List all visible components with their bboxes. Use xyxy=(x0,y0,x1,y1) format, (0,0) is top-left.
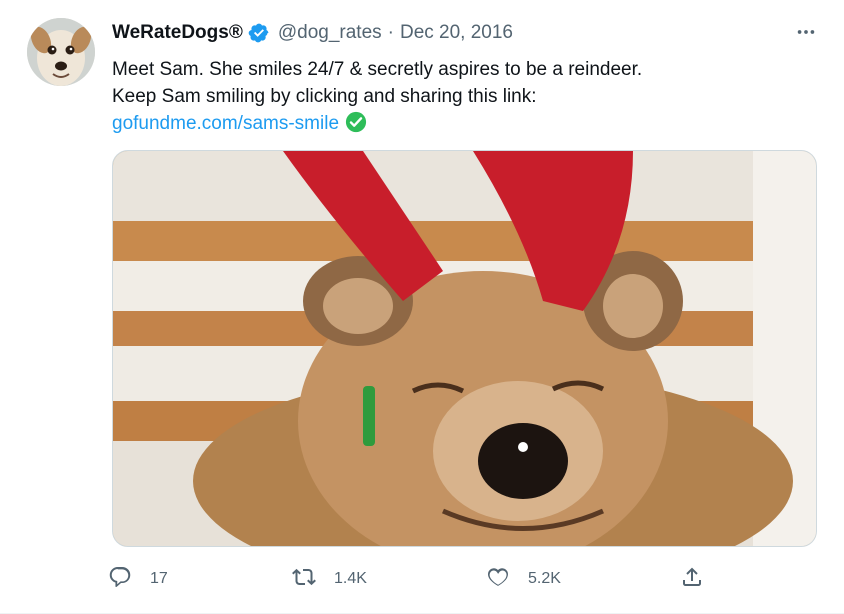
tweet-photo[interactable] xyxy=(112,150,817,547)
share-button[interactable] xyxy=(680,562,704,596)
like-count: 5.2K xyxy=(528,570,561,587)
share-icon xyxy=(680,565,704,594)
header-separator: · xyxy=(387,22,394,43)
tweet-date[interactable]: Dec 20, 2016 xyxy=(400,22,513,44)
tweet[interactable]: WeRateDogs® @dog_rates · Dec 20, 2016 Me… xyxy=(0,0,844,614)
gofundme-link[interactable]: gofundme.com/sams-smile xyxy=(112,113,339,134)
author-handle[interactable]: @dog_rates xyxy=(278,22,382,44)
reply-button[interactable]: 17 xyxy=(108,562,168,596)
retweet-button[interactable]: 1.4K xyxy=(292,562,367,596)
tweet-link-line: gofundme.com/sams-smile xyxy=(112,110,812,137)
check-circle-icon xyxy=(345,111,367,133)
retweet-count: 1.4K xyxy=(334,570,367,587)
avatar[interactable] xyxy=(27,18,95,86)
reply-icon xyxy=(108,565,132,594)
retweet-icon xyxy=(292,565,316,594)
verified-badge-icon xyxy=(248,22,270,44)
tweet-header: WeRateDogs® @dog_rates · Dec 20, 2016 xyxy=(112,20,513,46)
tweet-text-line: Keep Sam smiling by clicking and sharing… xyxy=(112,86,537,107)
tweet-actions: 17 1.4K 5.2K xyxy=(108,562,720,596)
author-name[interactable]: WeRateDogs® xyxy=(112,22,243,44)
reply-count: 17 xyxy=(150,570,168,587)
more-horizontal-icon[interactable] xyxy=(794,20,818,44)
heart-icon xyxy=(486,565,510,594)
tweet-text-line: Meet Sam. She smiles 24/7 & secretly asp… xyxy=(112,59,643,80)
like-button[interactable]: 5.2K xyxy=(486,562,561,596)
tweet-text: Meet Sam. She smiles 24/7 & secretly asp… xyxy=(112,56,812,137)
